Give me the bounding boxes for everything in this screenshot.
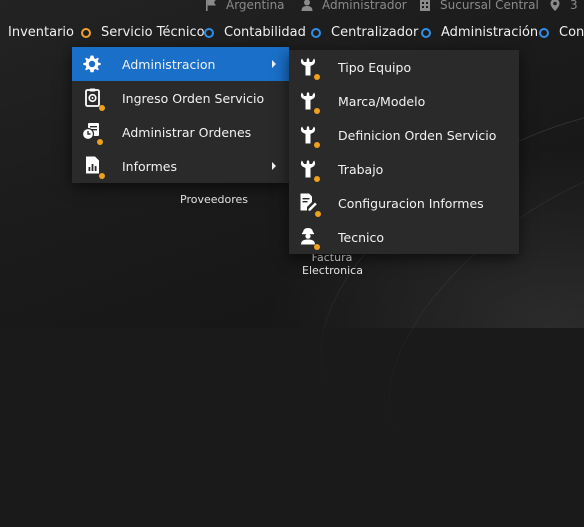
- submenu-item-label: Tipo Equipo: [338, 59, 412, 75]
- submenu-item-label: Definicion Orden Servicio: [338, 127, 497, 143]
- nav-item-servicio-tecnico[interactable]: Servicio Técnico: [81, 25, 205, 40]
- nav-dot: [204, 27, 214, 38]
- technician-icon: [301, 228, 315, 245]
- submenu-item-trabajo[interactable]: Trabajo: [289, 152, 519, 186]
- location-indicator[interactable]: 3: [548, 0, 578, 12]
- administracion-submenu: Tipo Equipo Marca/Modelo Definicion Orde…: [289, 50, 519, 254]
- menu-item-label: Administracion: [122, 56, 216, 72]
- submenu-item-label: Marca/Modelo: [338, 93, 426, 109]
- menu-item-ingreso-orden-servicio[interactable]: Ingreso Orden Servicio: [72, 81, 289, 115]
- report-chart-icon: [86, 156, 99, 174]
- chevron-right-icon: [272, 60, 276, 68]
- map-pin-icon: [550, 0, 560, 11]
- country-selector[interactable]: Argentina: [204, 0, 285, 12]
- country-label: Argentina: [226, 0, 285, 12]
- nav-label: Contabilidad: [224, 25, 306, 40]
- submenu-item-tipo-equipo[interactable]: Tipo Equipo: [289, 50, 519, 84]
- status-badge: [314, 142, 320, 148]
- factura-label-line2: Electronica: [302, 264, 363, 277]
- user-icon: [301, 0, 313, 11]
- submenu-item-label: Configuracion Informes: [338, 195, 484, 211]
- nav-dot: [421, 27, 431, 38]
- orders-clock-icon: [81, 123, 99, 141]
- branch-selector[interactable]: Sucursal Central: [418, 0, 539, 12]
- factura-tile-label[interactable]: Factura Electronica: [302, 251, 363, 277]
- status-badge: [314, 108, 320, 114]
- submenu-item-marca-modelo[interactable]: Marca/Modelo: [289, 84, 519, 118]
- nav-dot: [311, 27, 321, 38]
- nav-item-con[interactable]: Con: [539, 25, 584, 40]
- building-icon: [420, 0, 430, 11]
- clipboard-icon: [85, 88, 100, 107]
- status-badge: [99, 173, 105, 179]
- submenu-item-label: Trabajo: [338, 161, 384, 177]
- submenu-item-configuracion-informes[interactable]: Configuracion Informes: [289, 186, 519, 220]
- submenu-item-tecnico[interactable]: Tecnico: [289, 220, 519, 254]
- proveedores-tile-label[interactable]: Proveedores: [180, 193, 248, 206]
- chevron-right-icon: [272, 162, 276, 170]
- nav-dot: [539, 27, 549, 38]
- nav-label: Inventario: [8, 25, 74, 40]
- nav-label: Centralizador: [331, 25, 419, 40]
- menu-item-administracion[interactable]: Administracion: [72, 47, 289, 81]
- nav-label: Administración: [441, 25, 539, 40]
- menu-item-informes[interactable]: Informes: [72, 149, 289, 183]
- flag-icon: [206, 0, 216, 11]
- nav-item-contabilidad[interactable]: Contabilidad: [204, 25, 306, 40]
- branch-label: Sucursal Central: [440, 0, 539, 12]
- status-bar: Argentina Administrador Sucursal Central…: [0, 0, 584, 14]
- status-badge: [314, 244, 320, 250]
- menu-item-administrar-ordenes[interactable]: Administrar Ordenes: [72, 115, 289, 149]
- submenu-item-label: Tecnico: [338, 229, 384, 245]
- user-menu[interactable]: Administrador: [300, 0, 407, 12]
- menu-item-label: Ingreso Orden Servicio: [122, 90, 265, 106]
- status-badge: [97, 139, 103, 145]
- status-badge: [314, 74, 320, 80]
- main-nav: Inventario Servicio Técnico Contabilidad…: [0, 22, 584, 44]
- location-count: 3: [570, 0, 578, 12]
- servicio-tecnico-menu: Administracion Ingreso Orden Servicio Ad…: [72, 47, 289, 183]
- nav-dot: [81, 27, 91, 38]
- status-badge: [314, 176, 320, 182]
- user-label: Administrador: [322, 0, 407, 12]
- document-edit-icon: [300, 193, 317, 211]
- menu-item-label: Informes: [122, 158, 177, 174]
- menu-item-label: Administrar Ordenes: [122, 124, 252, 140]
- submenu-item-definicion-orden-servicio[interactable]: Definicion Orden Servicio: [289, 118, 519, 152]
- nav-item-inventario[interactable]: Inventario: [8, 25, 74, 40]
- nav-item-administracion[interactable]: Administración: [421, 25, 538, 40]
- status-badge: [315, 211, 321, 217]
- nav-label: Servicio Técnico: [101, 25, 205, 40]
- status-badge: [99, 105, 105, 111]
- gear-icon: [83, 55, 101, 73]
- nav-item-centralizador[interactable]: Centralizador: [311, 25, 418, 40]
- nav-label: Con: [559, 25, 584, 40]
